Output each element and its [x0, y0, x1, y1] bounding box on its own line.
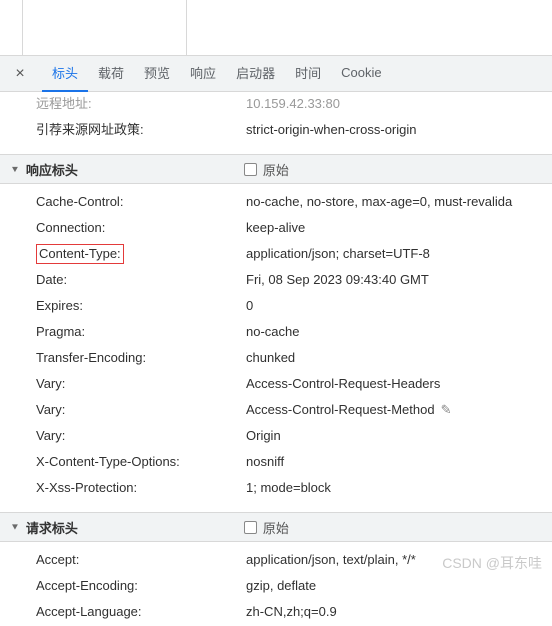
request-headers-section[interactable]: ▼ 请求标头 原始 — [0, 512, 552, 542]
header-value: Fri, 08 Sep 2023 09:43:40 GMT — [246, 269, 429, 291]
header-key: Date: — [36, 269, 246, 291]
header-value: 0 — [246, 295, 253, 317]
remote-addr-label: 远程地址: — [36, 93, 246, 115]
tab-4[interactable]: 启动器 — [226, 56, 285, 92]
response-header-row: X-Content-Type-Options:nosniff — [22, 450, 552, 476]
general-row: 引荐来源网址政策: strict-origin-when-cross-origi… — [22, 118, 552, 144]
raw-toggle[interactable]: 原始 — [244, 518, 289, 537]
tab-5[interactable]: 时间 — [285, 56, 331, 92]
tab-1[interactable]: 载荷 — [88, 56, 134, 92]
header-value: no-cache — [246, 321, 299, 343]
request-header-row: Accept-Language:zh-CN,zh;q=0.9 — [22, 600, 552, 626]
divider — [186, 0, 187, 55]
response-header-row: Cache-Control:no-cache, no-store, max-ag… — [22, 190, 552, 216]
response-header-row: Date:Fri, 08 Sep 2023 09:43:40 GMT — [22, 268, 552, 294]
header-value: chunked — [246, 347, 295, 369]
header-key: Connection: — [36, 217, 246, 239]
request-header-row: Accept-Encoding:gzip, deflate — [22, 574, 552, 600]
response-header-row: Vary:Access-Control-Request-Headers — [22, 372, 552, 398]
response-header-row: X-Xss-Protection:1; mode=block — [22, 476, 552, 502]
chevron-down-icon: ▼ — [10, 522, 20, 532]
response-header-row: Connection:keep-alive — [22, 216, 552, 242]
header-key: Transfer-Encoding: — [36, 347, 246, 369]
header-value: application/json, text/plain, */* — [246, 549, 416, 571]
header-key: Expires: — [36, 295, 246, 317]
referrer-policy-label: 引荐来源网址政策: — [36, 119, 246, 141]
checkbox-icon[interactable] — [244, 521, 257, 534]
chevron-down-icon: ▼ — [10, 164, 20, 174]
response-header-row: Vary:Origin — [22, 424, 552, 450]
highlight-box: Content-Type: — [36, 244, 124, 264]
header-value: application/json; charset=UTF-8 — [246, 243, 430, 265]
header-key: Accept: — [36, 549, 246, 571]
header-key: Content-Type: — [36, 243, 246, 265]
header-key: Accept-Language: — [36, 601, 246, 623]
request-headers-title: 请求标头 — [26, 518, 244, 537]
pencil-icon[interactable]: ✎ — [441, 399, 452, 421]
header-value: Access-Control-Request-Method✎ — [246, 399, 451, 421]
tab-0[interactable]: 标头 — [42, 56, 88, 92]
devtools-tab-strip: × 标头载荷预览响应启动器时间Cookie — [0, 56, 552, 92]
header-value: Access-Control-Request-Headers — [246, 373, 440, 395]
header-key: Vary: — [36, 425, 246, 447]
checkbox-icon[interactable] — [244, 163, 257, 176]
header-value: zh-CN,zh;q=0.9 — [246, 601, 337, 623]
raw-label: 原始 — [263, 160, 289, 179]
response-headers-title: 响应标头 — [26, 160, 244, 179]
tab-2[interactable]: 预览 — [134, 56, 180, 92]
request-header-row: Accept:application/json, text/plain, */* — [22, 548, 552, 574]
response-header-row: Content-Type: application/json; charset=U… — [22, 242, 552, 268]
response-header-row: Expires:0 — [22, 294, 552, 320]
headers-panel: 远程地址: 10.159.42.33:80 引荐来源网址政策: strict-o… — [0, 92, 552, 626]
header-value: no-cache, no-store, max-age=0, must-reva… — [246, 191, 512, 213]
referrer-policy-value: strict-origin-when-cross-origin — [246, 119, 417, 141]
header-key: Pragma: — [36, 321, 246, 343]
response-header-row: Transfer-Encoding:chunked — [22, 346, 552, 372]
response-header-row: Pragma:no-cache — [22, 320, 552, 346]
header-value: keep-alive — [246, 217, 305, 239]
header-key: Accept-Encoding: — [36, 575, 246, 597]
header-key: X-Xss-Protection: — [36, 477, 246, 499]
tab-6[interactable]: Cookie — [331, 56, 391, 92]
header-key: Vary: — [36, 399, 246, 421]
response-header-row: Vary:Access-Control-Request-Method✎ — [22, 398, 552, 424]
tab-3[interactable]: 响应 — [180, 56, 226, 92]
divider — [22, 0, 23, 55]
header-value: Origin — [246, 425, 281, 447]
header-key: Cache-Control: — [36, 191, 246, 213]
header-value: gzip, deflate — [246, 575, 316, 597]
header-key: X-Content-Type-Options: — [36, 451, 246, 473]
close-icon[interactable]: × — [10, 64, 30, 84]
header-value: nosniff — [246, 451, 284, 473]
remote-addr-value: 10.159.42.33:80 — [246, 93, 340, 115]
general-row: 远程地址: 10.159.42.33:80 — [22, 92, 552, 118]
raw-toggle[interactable]: 原始 — [244, 160, 289, 179]
raw-label: 原始 — [263, 518, 289, 537]
header-value: 1; mode=block — [246, 477, 331, 499]
top-empty-area — [0, 0, 552, 56]
header-key: Vary: — [36, 373, 246, 395]
response-headers-section[interactable]: ▼ 响应标头 原始 — [0, 154, 552, 184]
